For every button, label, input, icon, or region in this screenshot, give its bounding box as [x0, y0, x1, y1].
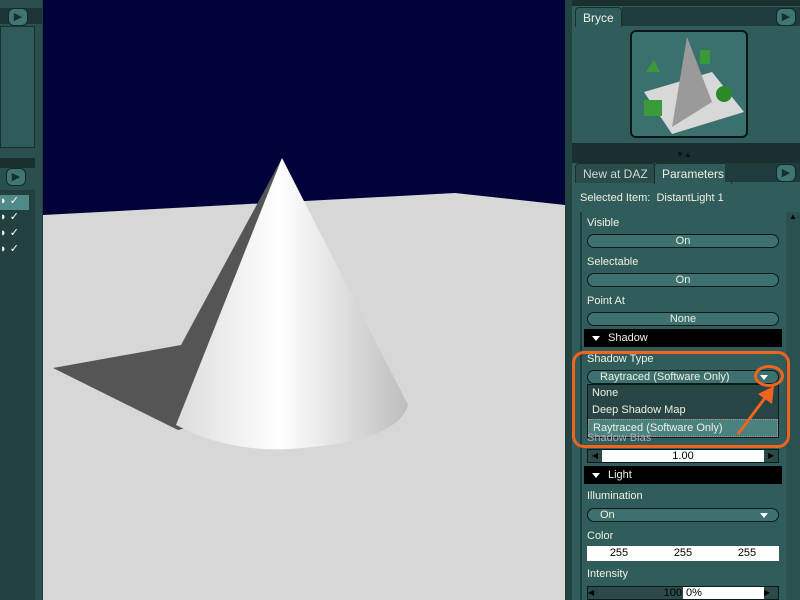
- illumination-label: Illumination: [587, 490, 643, 502]
- illumination-dropdown[interactable]: On: [587, 508, 779, 522]
- selected-item-label: Selected Item:: [580, 192, 651, 204]
- intensity-label: Intensity: [587, 568, 628, 580]
- parameters-menu-button[interactable]: ▶: [776, 164, 796, 182]
- selectable-label: Selectable: [587, 256, 639, 268]
- light-section-header[interactable]: Light: [584, 466, 782, 484]
- dropdown-arrow-icon: [760, 513, 768, 518]
- panel-divider[interactable]: [565, 0, 572, 600]
- arrow-annotation-icon: [736, 386, 774, 435]
- left-panel: ▶ ▶ ◗ ✓ ◗ ✓ ◗ ✓ ◗ ✓: [0, 0, 42, 600]
- point-at-label: Point At: [587, 295, 625, 307]
- visibility-checks[interactable]: ◗ ✓ ◗ ✓ ◗ ✓ ◗ ✓: [0, 193, 19, 257]
- tab-parameters[interactable]: Parameters: [654, 163, 733, 184]
- shadow-bias-slider[interactable]: ◀ 1.00 ▶: [587, 449, 779, 463]
- 3d-viewport[interactable]: [43, 0, 565, 600]
- collapse-triangle-icon: [592, 472, 600, 478]
- bryce-menu-button[interactable]: ▶: [776, 8, 796, 26]
- visible-label: Visible: [587, 217, 620, 229]
- tab-bryce[interactable]: Bryce: [575, 7, 622, 27]
- selected-item-value: DistantLight 1: [656, 192, 724, 204]
- visible-toggle[interactable]: On: [587, 234, 779, 248]
- collapse-triangle-icon: [592, 335, 600, 341]
- selectable-toggle[interactable]: On: [587, 273, 779, 287]
- scene-panel-menu-button[interactable]: ▶: [6, 168, 26, 186]
- point-at-button[interactable]: None: [587, 312, 779, 326]
- left-panel-menu-button[interactable]: ▶: [8, 8, 28, 26]
- scene-render: [43, 158, 565, 600]
- bryce-thumbnail[interactable]: [630, 30, 748, 138]
- intensity-slider[interactable]: ◀ 100 0% ▶: [587, 586, 779, 600]
- color-field[interactable]: 255 255 255: [587, 546, 779, 561]
- tab-new-at-daz[interactable]: New at DAZ: [575, 163, 656, 183]
- shadow-section-header[interactable]: Shadow: [584, 329, 782, 347]
- color-label: Color: [587, 530, 614, 542]
- right-panel: Bryce ▶ ▼▲ New at DAZ Parameters ▶ Selec…: [572, 0, 800, 600]
